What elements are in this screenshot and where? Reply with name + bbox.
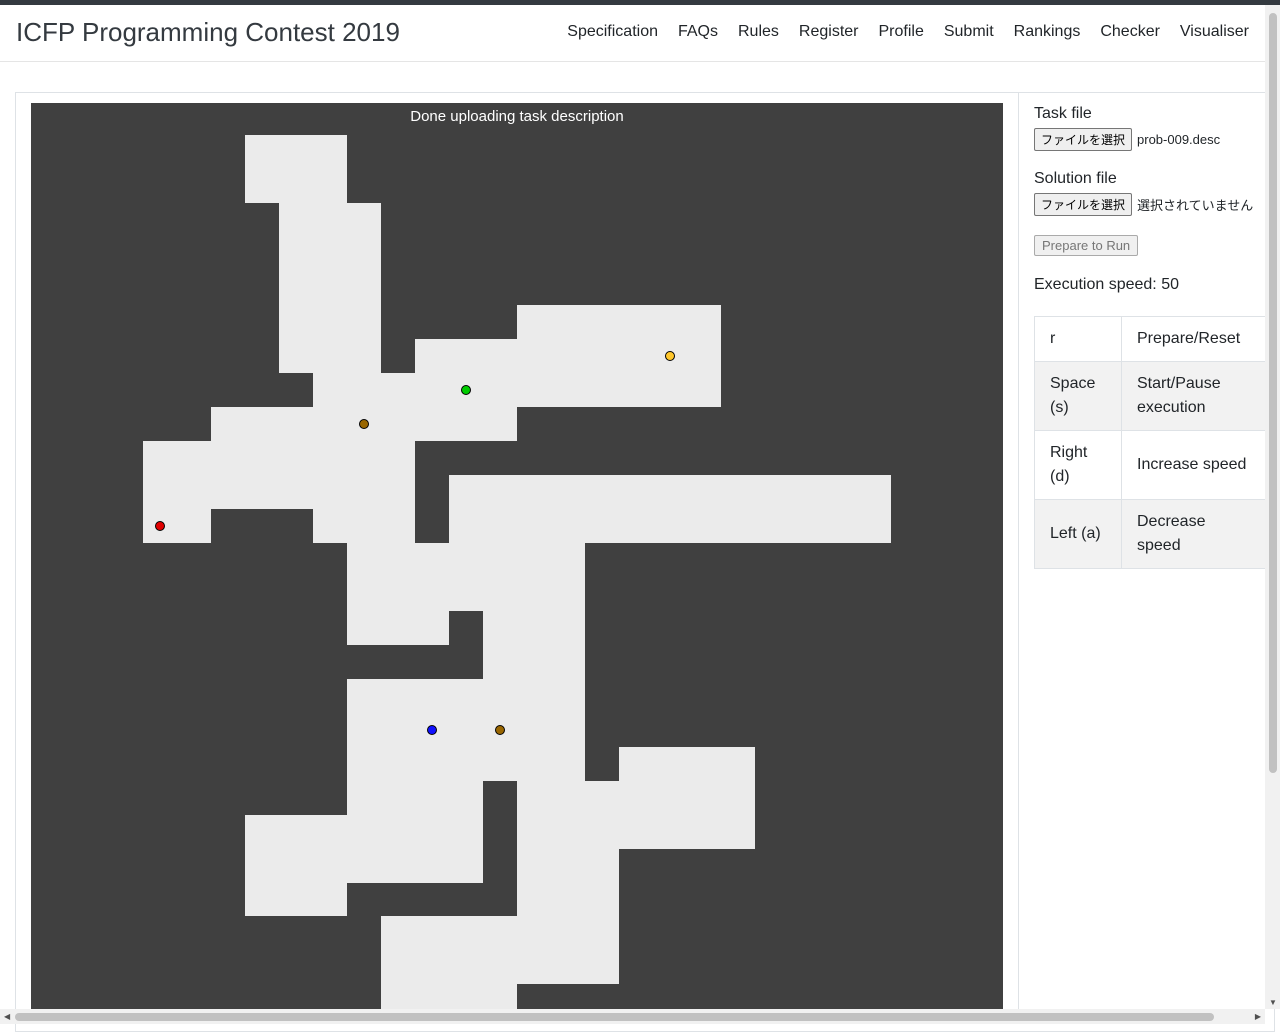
solution-file-input: ファイルを選択 選択されていません (1034, 193, 1266, 216)
map-free-cell (313, 373, 415, 441)
map-free-cell (347, 781, 483, 815)
horizontal-scrollbar[interactable]: ◀ ▶ (0, 1009, 1265, 1024)
booster-icon (495, 725, 505, 735)
table-row: Left (a) Decrease speed (1034, 499, 1266, 569)
robot-icon (155, 521, 165, 531)
nav-faqs[interactable]: FAQs (678, 23, 718, 41)
nav-profile[interactable]: Profile (878, 23, 923, 41)
map-free-cell (517, 305, 721, 407)
horizontal-scroll-thumb[interactable] (15, 1013, 1214, 1021)
booster-icon (359, 419, 369, 429)
map-free-cell (347, 543, 585, 611)
nav-rules[interactable]: Rules (738, 23, 779, 41)
nav-visualiser[interactable]: Visualiser (1180, 23, 1249, 41)
table-row: Space (s) Start/Pause execution (1034, 361, 1266, 431)
map-free-cell (483, 611, 585, 781)
nav-submit[interactable]: Submit (944, 23, 994, 41)
scroll-down-icon[interactable]: ▼ (1269, 998, 1277, 1007)
nav-rankings[interactable]: Rankings (1014, 23, 1081, 41)
shortcut-action: Increase speed (1121, 430, 1266, 500)
execution-speed: Execution speed: 50 (1034, 276, 1179, 293)
map-svg (31, 103, 1003, 1013)
vertical-scroll-thumb[interactable] (1269, 13, 1277, 773)
map-free-cell (313, 441, 415, 543)
scroll-left-icon[interactable]: ◀ (4, 1012, 10, 1021)
map-free-cell (245, 815, 483, 883)
nav-specification[interactable]: Specification (567, 23, 658, 41)
solution-file-button[interactable]: ファイルを選択 (1034, 193, 1133, 216)
task-file-name: prob-009.desc (1137, 132, 1221, 147)
map-free-cell (211, 441, 313, 509)
map-free-cell (381, 916, 517, 984)
map-free-cell (245, 883, 347, 916)
brand-title[interactable]: ICFP Programming Contest 2019 (16, 17, 400, 48)
nav-register[interactable]: Register (799, 23, 859, 41)
nav-links: Specification FAQs Rules Register Profil… (567, 23, 1249, 41)
task-file-input: ファイルを選択 prob-009.desc (1034, 128, 1266, 151)
map-free-cell (347, 679, 483, 781)
map-free-cell (381, 984, 517, 1010)
solution-file-label: Solution file (1034, 170, 1117, 187)
map-free-cell (347, 611, 449, 645)
solution-file-name: 選択されていません (1137, 198, 1254, 213)
map-free-cell (517, 781, 619, 815)
map-free-cell (449, 475, 891, 543)
task-file-button[interactable]: ファイルを選択 (1034, 128, 1133, 151)
map-free-cell (279, 203, 381, 373)
shortcut-key: r (1034, 316, 1122, 362)
shortcut-action: Start/Pause execution (1121, 361, 1266, 431)
table-row: r Prepare/Reset (1034, 316, 1266, 362)
map-free-cell (245, 135, 347, 203)
shortcut-table: r Prepare/Reset Space (s) Start/Pause ex… (1034, 316, 1266, 569)
vertical-scrollbar[interactable]: ▼ (1265, 5, 1280, 1009)
side-divider (1018, 93, 1019, 1024)
task-file-label: Task file (1034, 105, 1092, 122)
shortcut-key: Space (s) (1034, 361, 1122, 431)
booster-icon (461, 385, 471, 395)
map-free-cell (619, 747, 755, 849)
shortcut-action: Decrease speed (1121, 499, 1266, 569)
map-canvas[interactable]: Done uploading task description (31, 103, 1003, 1013)
scroll-right-icon[interactable]: ▶ (1255, 1012, 1261, 1021)
control-panel: Task file ファイルを選択 prob-009.desc Solution… (1034, 105, 1266, 294)
shortcut-key: Left (a) (1034, 499, 1122, 569)
navbar: ICFP Programming Contest 2019 Specificat… (0, 5, 1265, 62)
map-free-cell (143, 441, 211, 543)
map-free-cell (517, 815, 619, 984)
prepare-button[interactable]: Prepare to Run (1034, 235, 1139, 256)
shortcut-key: Right (d) (1034, 430, 1122, 500)
nav-checker[interactable]: Checker (1100, 23, 1160, 41)
booster-icon (665, 351, 675, 361)
booster-icon (427, 725, 437, 735)
table-row: Right (d) Increase speed (1034, 430, 1266, 500)
shortcut-action: Prepare/Reset (1121, 316, 1266, 362)
